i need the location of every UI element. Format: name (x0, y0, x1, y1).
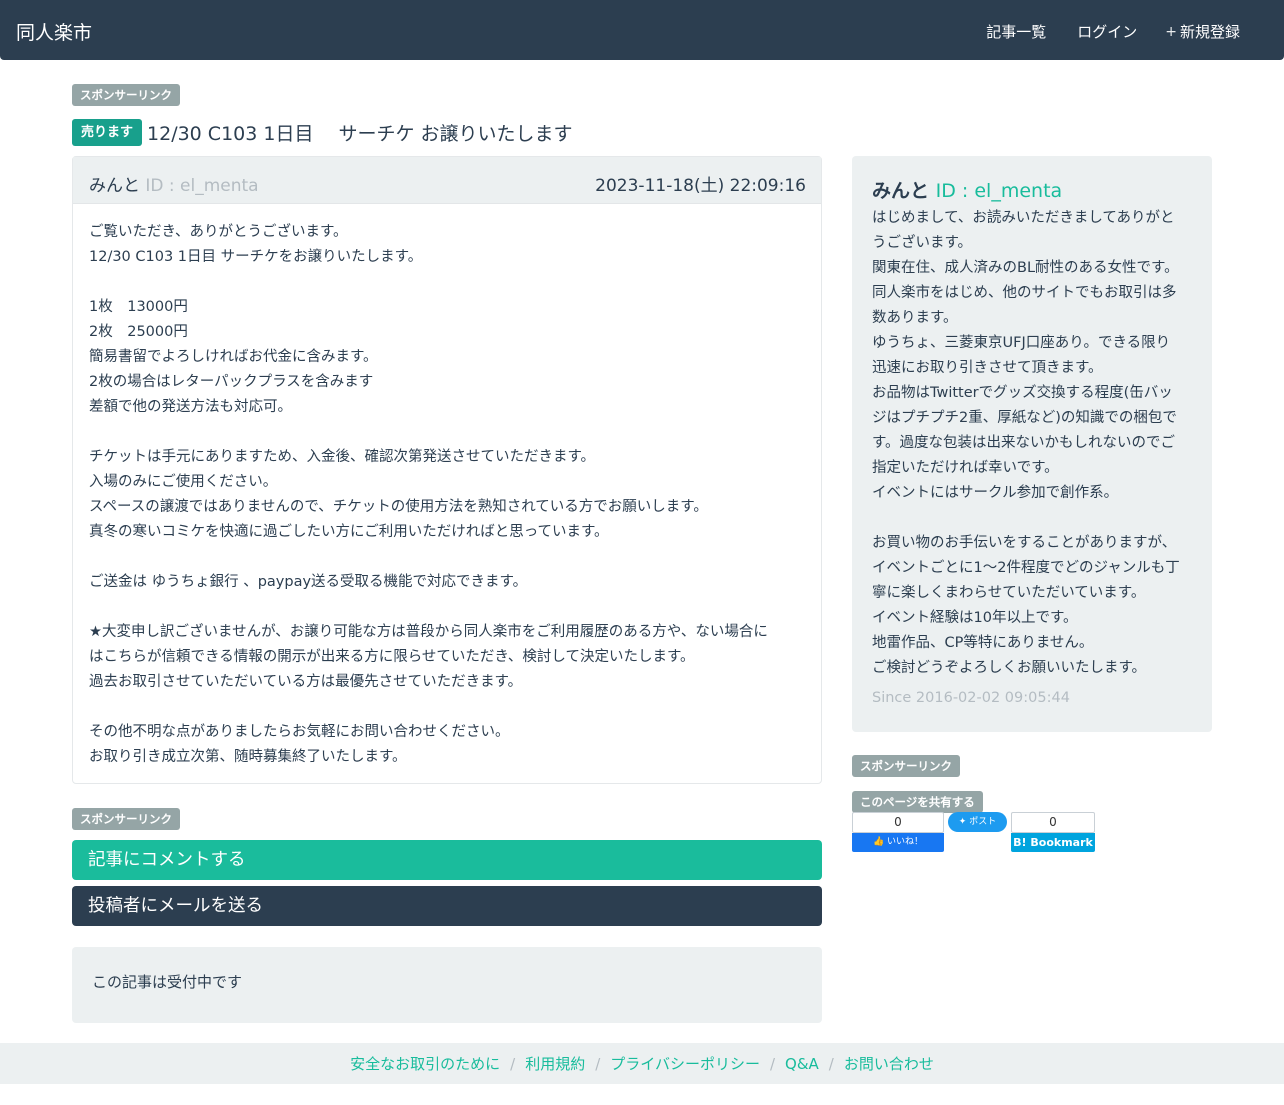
mail-author-button[interactable]: 投稿者にメールを送る (72, 886, 822, 926)
author-id: ID : el_menta (145, 176, 259, 196)
body-line: 2枚 25000円 (89, 324, 188, 340)
profile-panel: みんと ID : el_menta はじめまして、お読みいただきましてありがとう… (852, 156, 1212, 732)
nav-item-login[interactable]: ログイン (1074, 21, 1137, 42)
twitter-post-label: ポスト (969, 817, 997, 827)
body-line: 迅速にお取り引きさせて頂きます。 (872, 360, 1103, 376)
thumbs-up-icon: 👍 (872, 837, 885, 847)
share-label: このページを共有する (852, 791, 983, 813)
post-body: ご覧いただき、ありがとうございます。 12/30 C103 1日目 サーチケをお譲… (73, 204, 821, 770)
navbar: 同人楽市 記事一覧 ログイン + 新規登録 (0, 0, 1284, 60)
footer-link-terms[interactable]: 利用規約 (525, 1053, 585, 1074)
body-line (872, 506, 1192, 531)
body-line: 12/30 C103 1日目 サーチケをお譲りいたします。 (89, 249, 423, 265)
body-line: 指定いただければ幸いです。 (872, 460, 1059, 476)
body-line: す。過度な包装は出来ないかもしれないのでご (872, 435, 1176, 451)
hatena-bookmark-widget: 0 B! Bookmark (1011, 812, 1095, 852)
body-line (89, 420, 805, 445)
author-name: みんと (89, 176, 140, 196)
body-line: 2枚の場合はレターパックプラスを含みます (89, 374, 374, 390)
footer-link-privacy[interactable]: プライバシーポリシー (610, 1053, 760, 1074)
facebook-like-label: いいね！ (887, 837, 924, 847)
body-line (89, 545, 805, 570)
hatena-bookmark-button[interactable]: B! Bookmark (1011, 833, 1095, 852)
post-card-header: みんと ID : el_menta 2023-11-18(土) 22:09:16 (73, 157, 821, 204)
facebook-like-widget: 0 👍 いいね！ (852, 812, 944, 852)
profile-name[interactable]: みんと ID : el_menta (872, 176, 1192, 206)
profile-user-id: ID : el_menta (935, 180, 1063, 202)
body-line: お買い物のお手伝いをすることがありますが、 (872, 535, 1177, 551)
body-line: ゆうちょ、三菱東京UFJ口座あり。できる限り (872, 335, 1171, 351)
post-title-row: 売ります 12/30 C103 1日目 サーチケ お譲りいたします (72, 119, 573, 146)
footer-separator: / (595, 1054, 601, 1073)
body-line: 真冬の寒いコミケを快適に過ごしたい方にご利用いただければと思っています。 (89, 524, 609, 540)
post-date-text: 2023-11-18(土) 22:09:16 (595, 176, 806, 196)
nav-item-label: 記事一覧 (986, 23, 1047, 41)
hatena-bookmark-count: 0 (1011, 812, 1095, 833)
body-line: 数あります。 (872, 310, 958, 326)
body-line: 差額で他の発送方法も対応可。 (89, 399, 292, 415)
footer-link-faq[interactable]: Q&A (785, 1055, 819, 1073)
body-line: はこちらが信頼できる情報の開示が出来る方に限らせていただき、検討して決定いたしま… (89, 649, 695, 665)
sponsor-label: スポンサーリンク (72, 84, 180, 106)
footer-separator: / (828, 1054, 834, 1073)
comment-button[interactable]: 記事にコメントする (72, 840, 822, 880)
body-line (89, 695, 805, 720)
plus-icon: + (1165, 23, 1177, 40)
body-line: うございます。 (872, 235, 973, 251)
body-line: はじめまして、お読みいただきましてありがと (872, 210, 1175, 226)
footer-link-contact[interactable]: お問い合わせ (844, 1053, 934, 1074)
body-line: 関東在住、成人済みのBL耐性のある女性です。 (872, 260, 1179, 276)
profile-body: はじめまして、お読みいただきましてありがと うございます。関東在住、成人済みのBL… (872, 206, 1192, 681)
body-line: 1枚 13000円 (89, 299, 188, 315)
body-line: ご送金は ゆうちょ銀行 、paypay送る受取る機能で対応できます。 (89, 574, 528, 590)
body-line: イベント経験は10年以上です。 (872, 610, 1078, 626)
body-line: 簡易書留でよろしければお代金に含みます。 (89, 349, 378, 365)
body-line: ジはプチプチ2重、厚紙など)の知識での梱包で (872, 410, 1177, 426)
post-date: 2023-11-18(土) 22:09:16 (595, 171, 806, 196)
body-line (89, 270, 805, 295)
nav-menu: 記事一覧 ログイン + 新規登録 (983, 21, 1240, 42)
profile-since-text: Since 2016-02-02 09:05:44 (872, 690, 1070, 706)
body-line: 同人楽市をはじめ、他のサイトでもお取引は多 (872, 285, 1177, 301)
body-line: 地雷作品、CP等特にありません。 (872, 635, 1094, 651)
body-line: イベントごとに1〜2件程度でどのジャンルも丁 (872, 560, 1180, 576)
body-line: 寧に楽しくまわらせていただいています。 (872, 585, 1146, 601)
body-line: イベントにはサークル参加で創作系。 (872, 485, 1119, 501)
body-line: その他不明な点がありましたらお気軽にお問い合わせください。 (89, 724, 510, 740)
body-line: ★大変申し訳ございませんが、お譲り可能な方は普段から同人楽市をご利用履歴のある方… (89, 624, 768, 640)
nav-item-label: ログイン (1077, 23, 1138, 41)
post-author[interactable]: みんと ID : el_menta (89, 171, 259, 196)
post-title: 12/30 C103 1日目 サーチケ お譲りいたします (147, 123, 573, 145)
nav-item-label: 新規登録 (1179, 23, 1240, 41)
brand-link[interactable]: 同人楽市 (16, 18, 92, 45)
footer-link-safety[interactable]: 安全なお取引のために (350, 1053, 500, 1074)
body-line: 過去お取引させていただいている方は最優先させていただきます。 (89, 674, 523, 690)
twitter-bird-icon: ✦ (958, 817, 967, 827)
body-line: チケットは手元にありますため、入金後、確認次第発送させていただきます。 (89, 449, 596, 465)
footer-separator: / (769, 1054, 776, 1073)
post-card: みんと ID : el_menta 2023-11-18(土) 22:09:16… (72, 156, 822, 784)
twitter-post-button[interactable]: ✦ ポスト (948, 812, 1007, 832)
sponsor-label: スポンサーリンク (72, 808, 180, 830)
nav-item-register[interactable]: + 新規登録 (1165, 21, 1240, 42)
footer: 安全なお取引のために / 利用規約 / プライバシーポリシー / Q&A / お… (0, 1043, 1284, 1084)
body-line (89, 595, 805, 620)
body-line: ご検討どうぞよろしくお願いいたします。 (872, 660, 1147, 676)
facebook-like-button[interactable]: 👍 いいね！ (852, 833, 944, 852)
status-text: この記事は受付中です (92, 973, 243, 991)
body-line: お取り引き成立次第、随時募集終了いたします。 (89, 749, 407, 765)
status-box: この記事は受付中です (72, 947, 822, 1023)
facebook-like-count: 0 (852, 812, 944, 833)
body-line: 入場のみにご使用ください。 (89, 474, 278, 490)
nav-item-articles[interactable]: 記事一覧 (983, 21, 1046, 42)
body-line: お品物はTwitterでグッズ交換する程度(缶バッ (872, 385, 1173, 401)
body-line: ご覧いただき、ありがとうございます。 (89, 224, 348, 240)
sell-badge: 売ります (72, 119, 143, 146)
footer-separator: / (510, 1054, 516, 1073)
profile-since: Since 2016-02-02 09:05:44 (872, 690, 1070, 706)
profile-user-name: みんと (872, 180, 930, 202)
sponsor-label: スポンサーリンク (852, 755, 960, 777)
body-line: スペースの譲渡ではありませんので、チケットの使用方法を熟知されている方でお願いし… (89, 499, 708, 515)
